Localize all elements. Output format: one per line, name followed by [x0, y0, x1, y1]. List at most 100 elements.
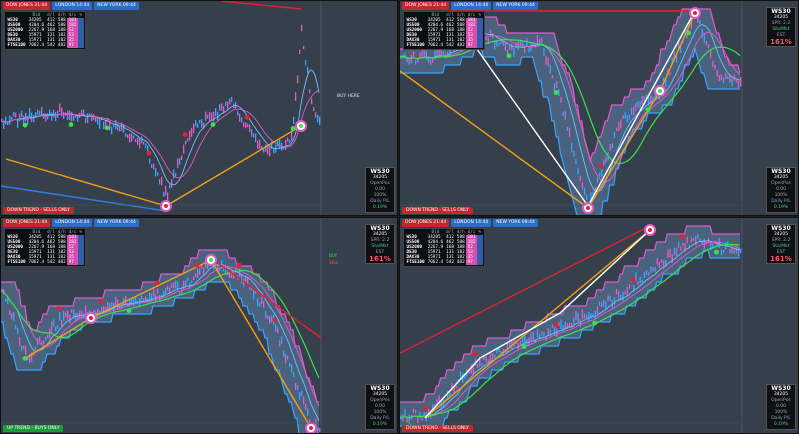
candle [51, 321, 53, 332]
candle [255, 133, 257, 143]
swing-high-marker [56, 306, 62, 311]
candle [598, 172, 601, 177]
candle [618, 291, 620, 300]
swing-low-marker [592, 320, 597, 326]
candle [11, 116, 13, 120]
candle [656, 258, 658, 265]
candle [201, 119, 203, 128]
candle [618, 122, 620, 132]
candle [301, 24, 303, 32]
candle [163, 191, 165, 197]
candle [295, 92, 297, 101]
swing-low-marker [126, 308, 132, 314]
candle [568, 127, 571, 138]
candle [285, 139, 287, 150]
chart-panel-bottom-right[interactable]: DOW JONES 21:44 LONDON 14:44 NEW YORK 09… [399, 217, 799, 434]
candle [53, 109, 55, 118]
sell-signal-label: SELL [329, 260, 339, 265]
side-signals: BUY SELL [329, 252, 339, 266]
candle [219, 104, 221, 111]
candle [141, 136, 143, 144]
candle [293, 372, 295, 378]
candle [265, 144, 267, 152]
chart-panel-top-right[interactable]: DOW JONES 21:44 LONDON 14:44 NEW YORK 09… [399, 0, 799, 216]
candle [209, 112, 211, 121]
candle [119, 126, 121, 132]
value-cell: 482 [456, 260, 465, 265]
candle [549, 64, 551, 75]
symbol-cell: FTSE100 [406, 260, 425, 265]
value-cell: 97 [466, 260, 477, 265]
moving-average-fast [1, 69, 320, 186]
candle [263, 301, 265, 308]
candle [39, 111, 41, 115]
candle [79, 310, 81, 319]
swing-high-marker [553, 322, 559, 328]
candle [45, 336, 47, 341]
candle [201, 265, 203, 269]
candle [245, 122, 247, 129]
market-table: Bid d/l d/h d/c% WS30 34205 412 588 181 US500 4204… [403, 11, 485, 50]
candle [55, 112, 57, 122]
tag-newyork: NEW YORK 09:44 [94, 2, 139, 10]
candle [626, 287, 628, 297]
pivot-core [299, 124, 303, 128]
candle [63, 112, 65, 119]
candle [67, 110, 69, 120]
candle [81, 109, 83, 115]
candle [682, 242, 684, 247]
candle [551, 75, 554, 79]
tag-dow: DOW JONES 21:44 [3, 2, 51, 10]
candle [588, 311, 590, 321]
candle [731, 78, 733, 87]
pivot-core [693, 11, 697, 15]
candle [562, 111, 564, 116]
candle [227, 101, 229, 110]
candle [17, 327, 19, 334]
candle [281, 336, 283, 344]
candle [611, 143, 613, 149]
candle [628, 284, 631, 289]
candle [125, 133, 127, 137]
candle [111, 302, 113, 307]
trend-status: DOWN TREND - SELLS ONLY [3, 207, 74, 214]
swing-high-marker [272, 317, 278, 323]
candle [571, 142, 573, 153]
candle [199, 119, 201, 124]
info-box-top: WS30 34205 SPR: 2.2 Sto/Mkt EST 161% [766, 224, 796, 264]
candle [107, 301, 109, 310]
swing-low-marker [714, 249, 719, 255]
candle [737, 248, 740, 257]
chart-panel-bottom-left[interactable]: DOW JONES 21:44 LONDON 14:44 NEW YORK 09… [0, 217, 398, 434]
candle [710, 50, 712, 59]
candle [59, 311, 61, 321]
value-cell: 542 [446, 43, 454, 48]
candle [61, 107, 63, 117]
candle [85, 305, 87, 314]
swing-high-marker [146, 150, 152, 156]
chart-panel-top-left[interactable]: DOW JONES 21:44 LONDON 14:44 NEW YORK 09… [0, 0, 398, 216]
candle [61, 319, 63, 327]
info-percent: 161% [770, 38, 792, 46]
swing-low-marker [521, 344, 527, 349]
candle [173, 169, 175, 179]
candle [171, 179, 173, 188]
candle [149, 158, 151, 164]
candle [9, 310, 11, 315]
candle [137, 137, 139, 145]
pivot-core [658, 89, 662, 93]
candle [43, 340, 45, 345]
candle [524, 48, 526, 53]
candle [643, 271, 646, 279]
candle [707, 237, 710, 242]
candle [51, 112, 53, 121]
candle [187, 277, 189, 282]
percent-cell [77, 43, 84, 48]
candle [575, 310, 577, 320]
candle [628, 114, 631, 120]
info-pl-value: 0.19% [773, 205, 789, 210]
candle [141, 295, 143, 300]
candle [225, 101, 227, 107]
info-box-top: WS30 34205 SPR: 2.2 Sto/Mkt EST 161% [766, 7, 796, 47]
candle [57, 325, 59, 330]
